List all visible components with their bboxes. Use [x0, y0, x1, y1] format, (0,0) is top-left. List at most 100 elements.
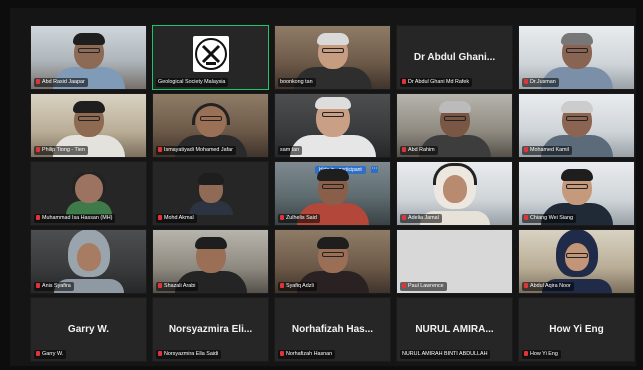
participant-name: Paul Lawrence: [408, 283, 444, 289]
mic-muted-icon: [402, 147, 406, 152]
participant-name: Garry W.: [42, 351, 64, 357]
participant-tile[interactable]: Syafiq Adzli: [274, 229, 391, 294]
participant-name-label: Norsyazmira Ella Saidi: [156, 350, 222, 359]
participant-name-label: Abd Rasid Jaapar: [34, 78, 88, 87]
participant-name: Dr.Jusman: [530, 79, 556, 85]
mic-muted-icon: [524, 215, 528, 220]
participant-display-name: How Yi Eng: [549, 323, 604, 335]
participant-name-label: NURUL AMIRAH BINTI ABDULLAH: [400, 350, 491, 359]
mic-muted-icon: [36, 351, 40, 356]
participant-tile[interactable]: Mohd Akmal: [152, 161, 269, 226]
mic-muted-icon: [280, 351, 284, 356]
participant-name-label: boonkong tan: [278, 78, 316, 87]
participant-name-label: Anis Syafira: [34, 282, 74, 291]
participant-name: Philip Tiong - Tien: [42, 147, 85, 153]
participant-display-name: Norhafizah Has...: [291, 323, 374, 335]
participant-name-label: Norhafizah Hasnan: [278, 350, 336, 359]
participant-name: Norsyazmira Ella Saidi: [164, 351, 219, 357]
participant-name: Anis Syafira: [42, 283, 71, 289]
society-logo-icon: [192, 36, 229, 72]
mic-muted-icon: [402, 283, 406, 288]
participant-name: Syafiq Adzli: [286, 283, 314, 289]
participant-name-label: Muhammad Isa Hassan (MH): [34, 214, 116, 223]
participant-name: Norhafizah Hasnan: [286, 351, 333, 357]
participant-tile[interactable]: sam tan: [274, 93, 391, 158]
participant-name: Mohamed Kamil: [530, 147, 569, 153]
participant-tile[interactable]: Abdul Aqira Noor: [518, 229, 635, 294]
participant-name-label: Paul Lawrence: [400, 282, 447, 291]
participant-name: NURUL AMIRAH BINTI ABDULLAH: [402, 351, 488, 357]
participant-tile[interactable]: Dr Abdul Ghani... Dr Abdul Ghani Md Rafe…: [396, 25, 513, 90]
participant-tile[interactable]: Abd Rasid Jaapar: [30, 25, 147, 90]
participant-name-label: Zulhelis Said: [278, 214, 320, 223]
participant-name-label: Dr Abdul Ghani Md Rafek: [400, 78, 473, 87]
participant-name-label: Abd Rahim: [400, 146, 438, 155]
participant-video: [65, 171, 112, 215]
participant-name-label: Ismayatiyadi Mohamed Jafar: [156, 146, 236, 155]
participant-name-label: Mohd Akmal: [156, 214, 197, 223]
participant-tile[interactable]: Philip Tiong - Tien: [30, 93, 147, 158]
participant-name-label: Syafiq Adzli: [278, 282, 317, 291]
mic-muted-icon: [524, 147, 528, 152]
participant-name-label: Mohamed Kamil: [522, 146, 572, 155]
participant-video: [289, 97, 376, 157]
participant-display-name: Garry W.: [67, 323, 110, 335]
participant-tile[interactable]: Norhafizah Has... Norhafizah Hasnan: [274, 297, 391, 362]
participant-name: Dr Abdul Ghani Md Rafek: [408, 79, 470, 85]
participant-name: Geological Society Malaysia: [158, 79, 226, 85]
participant-tile[interactable]: Dr.Jusman: [518, 25, 635, 90]
more-options-icon[interactable]: ⋯: [371, 166, 378, 173]
participant-tile[interactable]: Muhammad Isa Hassan (MH): [30, 161, 147, 226]
participant-tile[interactable]: Paul Lawrence: [396, 229, 513, 294]
participant-tile[interactable]: Adelia Jamal: [396, 161, 513, 226]
mic-muted-icon: [158, 147, 162, 152]
participant-tile[interactable]: Mohamed Kamil: [518, 93, 635, 158]
participant-name: Zulhelis Said: [286, 215, 317, 221]
mic-muted-icon: [280, 283, 284, 288]
participant-tile[interactable]: Norsyazmira Eli... Norsyazmira Ella Said…: [152, 297, 269, 362]
mic-muted-icon: [158, 283, 162, 288]
participant-name-label: Dr.Jusman: [522, 78, 559, 87]
participant-name-label: Adelia Jamal: [400, 214, 442, 223]
participant-tile[interactable]: Abd Rahim: [396, 93, 513, 158]
mic-muted-icon: [524, 79, 528, 84]
participant-tile[interactable]: Ismayatiyadi Mohamed Jafar: [152, 93, 269, 158]
participant-display-name: Dr Abdul Ghani...: [413, 51, 496, 63]
participant-display-name: Norsyazmira Eli...: [168, 323, 253, 335]
mic-muted-icon: [524, 351, 528, 356]
participant-video: [188, 173, 233, 215]
participant-tile[interactable]: Chiang Wei Siang: [518, 161, 635, 226]
participant-name-label: Philip Tiong - Tien: [34, 146, 88, 155]
mic-muted-icon: [280, 215, 284, 220]
mic-muted-icon: [524, 283, 528, 288]
participant-name: Ismayatiyadi Mohamed Jafar: [164, 147, 233, 153]
participant-tile[interactable]: NURUL AMIRA... NURUL AMIRAH BINTI ABDULL…: [396, 297, 513, 362]
participant-name-label: Geological Society Malaysia: [156, 78, 229, 87]
participant-name: Adelia Jamal: [408, 215, 439, 221]
participant-name-label: How Yi Eng: [522, 350, 561, 359]
mic-muted-icon: [36, 79, 40, 84]
participant-tile[interactable]: Anis Syafira: [30, 229, 147, 294]
mic-muted-icon: [36, 283, 40, 288]
participant-name: Abd Rahim: [408, 147, 435, 153]
participant-tile[interactable]: How Yi Eng How Yi Eng: [518, 297, 635, 362]
mic-muted-icon: [36, 215, 40, 220]
participant-name: Muhammad Isa Hassan (MH): [42, 215, 113, 221]
participant-tile[interactable]: Hide in...participant ⋯ Zulhelis Said: [274, 161, 391, 226]
participant-grid: Abd Rasid Jaapar Geological Society Mala…: [30, 25, 635, 362]
participant-tile[interactable]: Garry W. Garry W.: [30, 297, 147, 362]
mic-muted-icon: [36, 147, 40, 152]
participant-name: Abd Rasid Jaapar: [42, 79, 85, 85]
participant-name: Shazali Arabi: [164, 283, 196, 289]
participant-tile[interactable]: Shazali Arabi: [152, 229, 269, 294]
mic-muted-icon: [402, 79, 406, 84]
participant-tile-active-speaker[interactable]: Geological Society Malaysia: [152, 25, 269, 90]
mic-muted-icon: [158, 351, 162, 356]
participant-name: boonkong tan: [280, 79, 313, 85]
participant-name: Mohd Akmal: [164, 215, 194, 221]
participant-display-name: NURUL AMIRA...: [415, 323, 494, 335]
participant-tile[interactable]: boonkong tan: [274, 25, 391, 90]
participant-name-label: Abdul Aqira Noor: [522, 282, 574, 291]
participant-name-label: sam tan: [278, 146, 303, 155]
mic-muted-icon: [402, 215, 406, 220]
